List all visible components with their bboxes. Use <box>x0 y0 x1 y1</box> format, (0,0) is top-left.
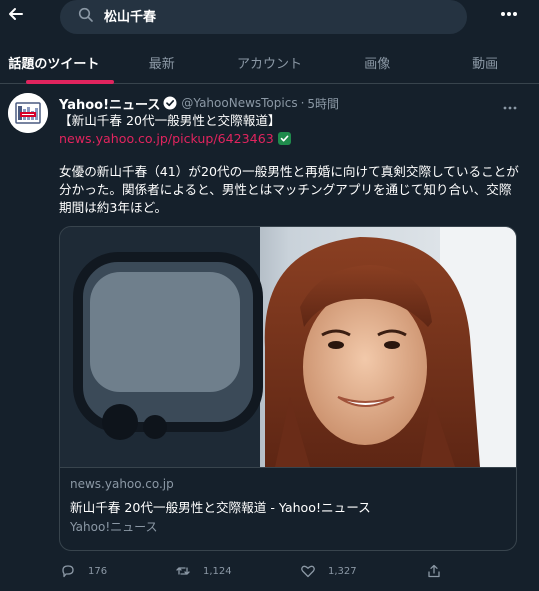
tweet-body-line: 分かった。関係者によると、男性とはマッチングアプリを通じて知り合い、交際 <box>59 182 512 197</box>
verified-badge-icon <box>163 96 177 110</box>
search-icon <box>78 7 93 22</box>
retweet-count: 1,124 <box>203 565 232 577</box>
yahoo-news-logo-icon <box>8 93 48 133</box>
share-button[interactable] <box>426 560 442 582</box>
tab-images[interactable]: 画像 <box>323 40 431 84</box>
tweet-headline: 【新山千春 20代一般男性と交際報道】 <box>59 113 281 128</box>
tweet-link-row: news.yahoo.co.jp/pickup/6423463 <box>59 130 291 147</box>
heart-icon <box>301 565 315 578</box>
tweet-actions: 176 1,124 1,327 <box>0 560 539 582</box>
tweet[interactable]: Yahoo!ニュース @YahooNewsTopics · 5時間 【新山千春 … <box>0 85 539 591</box>
reply-button[interactable]: 176 <box>60 560 107 582</box>
app-root: 話題のツイート 最新 アカウント 画像 動画 <box>0 0 539 591</box>
tweet-more-button[interactable] <box>502 97 518 110</box>
tab-label: アカウント <box>236 56 302 72</box>
check-mark-icon <box>277 132 291 145</box>
tab-label: 最新 <box>148 56 175 72</box>
card-body: news.yahoo.co.jp 新山千春 20代一般男性と交際報道 - Yah… <box>60 467 516 550</box>
header-separator: · <box>300 96 305 110</box>
article-photo[interactable] <box>60 227 517 467</box>
retweet-icon <box>176 567 190 575</box>
link-preview-card[interactable]: news.yahoo.co.jp 新山千春 20代一般男性と交際報道 - Yah… <box>59 226 517 551</box>
like-count: 1,327 <box>328 565 357 577</box>
tab-label: 話題のツイート <box>8 56 100 72</box>
tab-label: 画像 <box>364 56 391 72</box>
back-arrow-icon <box>9 8 23 20</box>
tab-videos[interactable]: 動画 <box>431 40 539 84</box>
top-bar <box>0 0 539 36</box>
tweet-body-line: 女優の新山千春（41）が20代の一般男性と再婚に向けて真剣交際していることが <box>59 164 519 179</box>
back-button[interactable] <box>6 4 26 24</box>
card-source: Yahoo!ニュース <box>70 520 158 534</box>
tab-accounts[interactable]: アカウント <box>216 40 324 84</box>
card-title[interactable]: 新山千春 20代一般男性と交際報道 - Yahoo!ニュース <box>70 497 371 516</box>
reply-count: 176 <box>88 565 108 577</box>
search-input[interactable] <box>104 5 444 25</box>
reply-icon <box>62 565 74 578</box>
tab-top-tweets[interactable]: 話題のツイート <box>0 40 114 84</box>
retweet-button[interactable]: 1,124 <box>175 560 232 582</box>
tweet-body-line: 期間は約3年ほど。 <box>59 200 168 215</box>
author-name[interactable]: Yahoo!ニュース <box>59 94 160 113</box>
tweet-link[interactable]: news.yahoo.co.jp/pickup/6423463 <box>59 130 274 147</box>
more-options-button[interactable] <box>499 6 519 22</box>
more-dots-icon <box>501 12 517 16</box>
tab-label: 動画 <box>472 56 499 72</box>
more-dots-icon <box>503 106 517 110</box>
search-box[interactable] <box>60 0 467 34</box>
tweet-header: Yahoo!ニュース @YahooNewsTopics · 5時間 <box>59 94 339 113</box>
active-tab-indicator <box>26 80 114 84</box>
share-icon <box>428 564 440 578</box>
avatar[interactable] <box>8 93 48 133</box>
card-domain: news.yahoo.co.jp <box>70 477 174 491</box>
search-tabs: 話題のツイート 最新 アカウント 画像 動画 <box>0 40 539 84</box>
like-button[interactable]: 1,327 <box>300 560 357 582</box>
author-handle[interactable]: @YahooNewsTopics <box>181 96 297 110</box>
tweet-timestamp[interactable]: 5時間 <box>307 95 339 112</box>
tab-latest[interactable]: 最新 <box>108 40 216 84</box>
